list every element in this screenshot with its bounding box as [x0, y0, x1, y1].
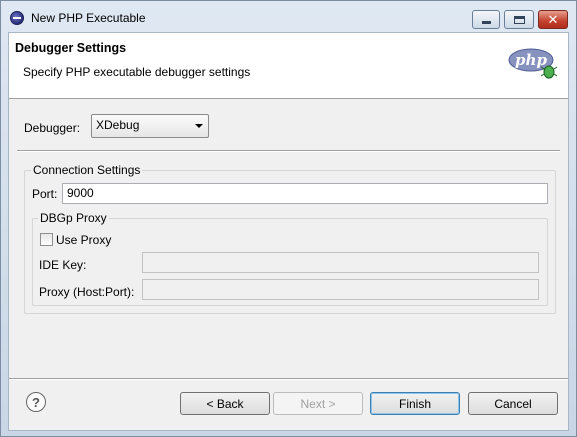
wizard-banner: Debugger Settings Specify PHP executable…	[9, 33, 568, 99]
next-button[interactable]: Next >	[273, 392, 363, 415]
chevron-down-icon	[195, 124, 203, 128]
debugger-select-value: XDebug	[96, 118, 140, 132]
separator	[17, 150, 560, 152]
php-logo-icon: php	[508, 48, 558, 79]
eclipse-app-icon	[10, 11, 24, 25]
port-label: Port:	[32, 187, 58, 201]
finish-button[interactable]: Finish	[370, 392, 460, 415]
dialog-window: New PHP Executable ✕ Debugger Settings S…	[0, 0, 577, 437]
dbgp-proxy-legend: DBGp Proxy	[38, 211, 109, 225]
close-icon: ✕	[547, 11, 559, 27]
title-bar[interactable]: New PHP Executable ✕	[1, 1, 576, 33]
proxy-host-port-label: Proxy (Host:Port):	[39, 285, 135, 299]
page-title: Debugger Settings	[15, 41, 127, 55]
help-icon[interactable]: ?	[26, 392, 46, 412]
ide-key-label: IDE Key:	[39, 258, 87, 272]
debugger-label: Debugger:	[24, 121, 81, 135]
close-button[interactable]: ✕	[538, 10, 568, 29]
cancel-button[interactable]: Cancel	[468, 392, 558, 415]
use-proxy-label[interactable]: Use Proxy	[56, 233, 111, 247]
back-button[interactable]: < Back	[180, 392, 270, 415]
svg-text:php: php	[515, 51, 547, 69]
ide-key-input[interactable]	[142, 252, 539, 273]
maximize-icon	[513, 15, 525, 24]
footer-separator	[9, 378, 568, 380]
window-title: New PHP Executable	[31, 11, 146, 25]
proxy-host-port-input[interactable]	[142, 279, 539, 300]
maximize-button[interactable]	[504, 10, 534, 29]
minimize-icon	[481, 21, 491, 24]
connection-settings-legend: Connection Settings	[31, 163, 143, 177]
dialog-client-area: Debugger Settings Specify PHP executable…	[8, 32, 569, 431]
use-proxy-checkbox[interactable]	[40, 233, 53, 246]
page-description: Specify PHP executable debugger settings	[23, 65, 251, 79]
debugger-select[interactable]: XDebug	[91, 114, 209, 138]
port-input[interactable]: 9000	[62, 183, 548, 204]
minimize-button[interactable]	[472, 10, 500, 29]
